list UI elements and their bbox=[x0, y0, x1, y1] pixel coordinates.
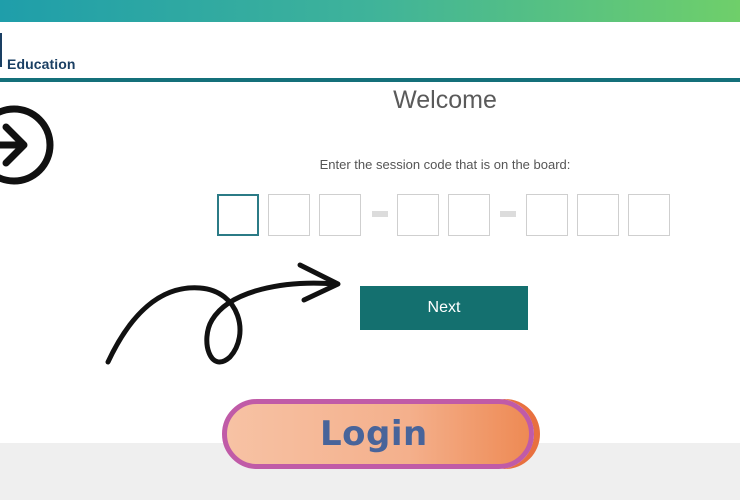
header bbox=[0, 22, 740, 78]
logo-mark bbox=[0, 33, 2, 67]
page-title: Welcome bbox=[393, 86, 497, 114]
curly-arrow-icon bbox=[105, 262, 341, 365]
brand-label: Education bbox=[7, 56, 76, 72]
code-separator bbox=[372, 211, 388, 217]
arrow-right-circle-icon bbox=[0, 105, 54, 185]
code-digit-5[interactable] bbox=[448, 194, 490, 236]
code-digit-3[interactable] bbox=[319, 194, 361, 236]
code-digit-4[interactable] bbox=[397, 194, 439, 236]
code-digit-2[interactable] bbox=[268, 194, 310, 236]
top-gradient-bar bbox=[0, 0, 740, 22]
login-badge: Login bbox=[222, 399, 534, 469]
code-digit-6[interactable] bbox=[526, 194, 568, 236]
next-button[interactable]: Next bbox=[360, 286, 528, 330]
code-separator bbox=[500, 211, 516, 217]
code-digit-7[interactable] bbox=[577, 194, 619, 236]
code-digit-8[interactable] bbox=[628, 194, 670, 236]
header-divider bbox=[0, 78, 740, 82]
code-digit-1[interactable] bbox=[217, 194, 259, 236]
session-code-instruction: Enter the session code that is on the bo… bbox=[319, 157, 571, 172]
login-label: Login bbox=[320, 414, 428, 454]
